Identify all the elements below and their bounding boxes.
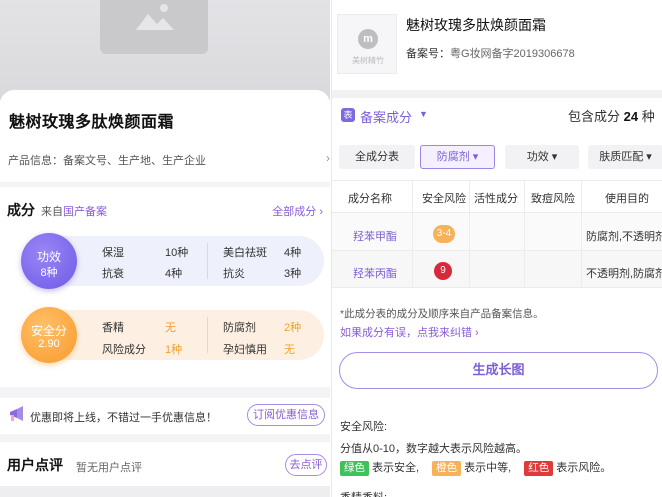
legend-chip-orange: 橙色 <box>432 461 462 476</box>
chevron-right-icon: › <box>326 151 330 165</box>
filter-skin-match[interactable]: 肤质匹配 ▾ <box>588 145 662 169</box>
ingredients-source: 来自国产备案 <box>41 203 107 219</box>
right-panel: m 美树精竹 魅树玫瑰多肽焕颜面霜 备案号：粤G妆网备字2019306678 表… <box>331 0 662 497</box>
registration-number: 备案号：粤G妆网备字2019306678 <box>406 45 575 61</box>
effect-circle: 功效 8种 <box>21 233 77 289</box>
table-column-divider <box>469 180 470 287</box>
effect-item-name: 美白祛斑 <box>223 247 267 259</box>
filed-ingredients-dropdown[interactable]: 备案成分 <box>360 107 412 126</box>
image-placeholder-icon <box>136 4 174 30</box>
product-info-row[interactable]: 产品信息：备案文号、生产地、生产企业 › <box>8 151 330 168</box>
filed-badge-icon: 表 <box>341 108 355 122</box>
safety-score: 2.90 <box>38 338 60 350</box>
effect-item-name: 抗衰 <box>102 268 124 280</box>
table-header-name: 成分名称 <box>348 193 392 205</box>
ingredient-count: 包含成分 24 种 <box>568 106 655 125</box>
table-border <box>332 287 662 288</box>
left-panel: 魅树玫瑰多肽焕颜面霜 产品信息：备案文号、生产地、生产企业 › 成分 来自国产备… <box>0 0 330 497</box>
ingredient-purpose: 不透明剂,防腐剂 <box>586 268 662 280</box>
count-prefix: 包含成分 <box>568 109 621 124</box>
legend-chip-green: 绿色 <box>340 461 369 476</box>
safety-risk-title: 安全风险: <box>340 421 388 433</box>
fragrance-section-title: 香精香料: <box>340 489 387 497</box>
table-column-divider <box>524 180 525 287</box>
table-header-acne: 致痘风险 <box>531 193 575 205</box>
megaphone-icon <box>10 406 23 421</box>
effect-item-name: 保湿 <box>102 247 124 259</box>
image-placeholder <box>100 0 208 54</box>
all-ingredients-link[interactable]: 全部成分 › <box>272 203 323 219</box>
legend-text: 表示风险。 <box>556 462 612 474</box>
review-title: 用户点评 <box>7 457 63 473</box>
product-thumbnail: m 美树精竹 <box>337 14 397 74</box>
brand-logo: m <box>358 29 378 49</box>
filter-all-ingredients[interactable]: 全成分表 <box>339 145 415 169</box>
source-prefix: 来自 <box>41 206 63 218</box>
safety-item-value: 1种 <box>165 344 183 356</box>
risk-legend: 绿色 表示安全, 橙色 表示中等, 红色 表示风险。 <box>340 459 621 476</box>
effect-item-value: 3种 <box>284 268 302 280</box>
effect-count: 8种 <box>40 267 58 279</box>
table-column-divider <box>412 180 413 287</box>
promo-text: 优惠即将上线，不错过一手优惠信息！ <box>30 412 217 424</box>
table-column-divider <box>581 180 582 287</box>
legend-chip-red: 红色 <box>524 461 554 476</box>
registration-value: 粤G妆网备字2019306678 <box>450 48 575 60</box>
product-title: 魅树玫瑰多肽焕颜面霜 <box>406 17 546 33</box>
divider <box>332 90 662 98</box>
subscribe-offers-button[interactable]: 订阅优惠信息 <box>247 404 325 426</box>
generate-long-image-button[interactable]: 生成长图 <box>339 352 658 389</box>
product-info-label: 产品信息：备案文号、生产地、生产企业 <box>8 155 206 167</box>
table-header-risk: 安全风险 <box>422 193 466 205</box>
filter-effects[interactable]: 功效 ▾ <box>505 145 579 169</box>
brand-logo-text: 美树精竹 <box>352 56 384 65</box>
safety-item-value: 无 <box>165 322 176 334</box>
effect-item-value: 10种 <box>165 247 189 259</box>
count-unit: 种 <box>641 109 655 124</box>
report-error-link[interactable]: 如果成分有误，点我来纠错 › <box>340 324 479 340</box>
product-title: 魅树玫瑰多肽焕颜面霜 <box>9 114 175 131</box>
table-header-purpose: 使用目的 <box>605 193 649 205</box>
legend-text: 表示安全, <box>372 462 420 474</box>
divider <box>207 317 208 353</box>
source-note: *此成分表的成分及顺序来自产品备案信息。 <box>340 308 544 320</box>
ingredients-title: 成分 <box>7 202 35 218</box>
legend-text: 表示中等, <box>464 462 512 474</box>
review-subtitle: 暂无用户点评 <box>76 462 142 474</box>
product-hero-image <box>0 0 330 100</box>
safety-risk-description: 分值从0-10，数字越大表示风险越高。 <box>340 443 528 455</box>
safety-label: 安全分 <box>30 324 67 338</box>
caret-down-icon[interactable]: ▼ <box>419 109 428 119</box>
table-header-active: 活性成分 <box>474 193 518 205</box>
divider <box>207 243 208 279</box>
safety-circle: 安全分 2.90 <box>21 307 77 363</box>
ingredient-name-link[interactable]: 羟苯甲酯 <box>353 228 397 244</box>
risk-score-badge: 9 <box>434 262 452 280</box>
divider <box>0 486 330 497</box>
safety-item-name: 风险成分 <box>102 344 146 356</box>
safety-item-value: 2种 <box>284 322 302 334</box>
count-value: 24 <box>623 109 639 124</box>
source-link[interactable]: 国产备案 <box>63 206 107 218</box>
effect-item-value: 4种 <box>284 247 302 259</box>
write-review-button[interactable]: 去点评 <box>285 454 327 476</box>
effect-item-value: 4种 <box>165 268 183 280</box>
effect-label: 功效 <box>36 250 61 264</box>
ingredient-purpose: 防腐剂,不透明剂 <box>586 231 662 243</box>
safety-item-name: 孕妇慎用 <box>223 344 267 356</box>
product-card <box>0 90 330 182</box>
registration-label: 备案号： <box>406 48 450 60</box>
table-border <box>332 180 662 181</box>
risk-score-badge: 3-4 <box>433 225 455 243</box>
ingredient-name-link[interactable]: 羟苯丙酯 <box>353 265 397 281</box>
safety-item-name: 防腐剂 <box>223 322 256 334</box>
filter-preservatives[interactable]: 防腐剂 ▾ <box>420 145 495 169</box>
safety-item-name: 香精 <box>102 322 124 334</box>
effect-item-name: 抗炎 <box>223 268 245 280</box>
safety-item-value: 无 <box>284 344 295 356</box>
